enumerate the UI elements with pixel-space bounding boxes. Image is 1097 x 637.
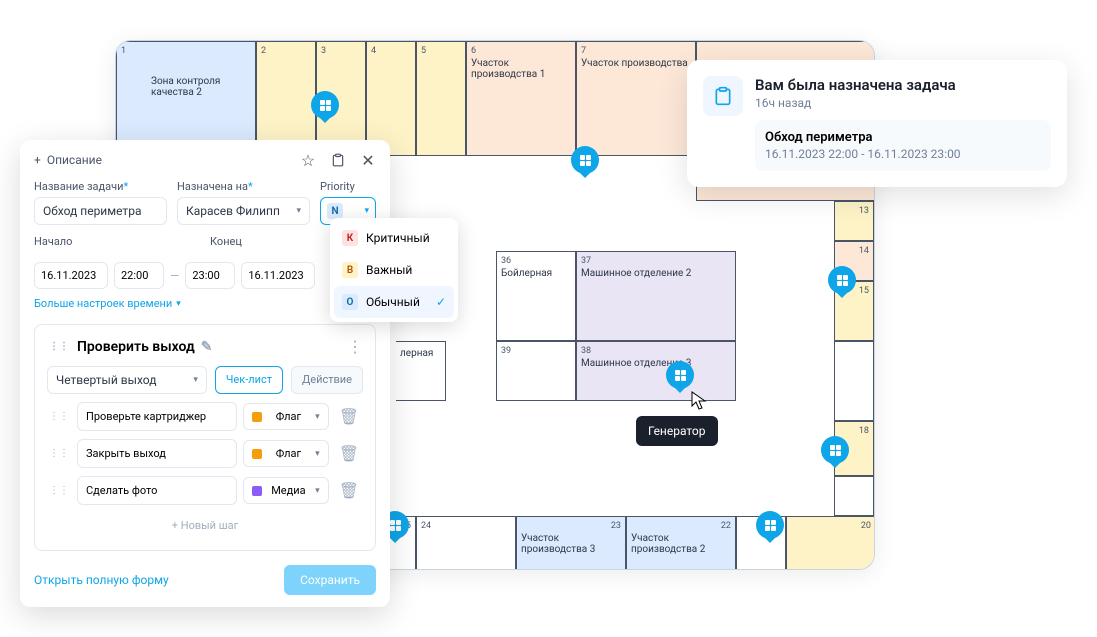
qr-pin-generator[interactable] [666,361,694,395]
panel-title: Описание [47,153,102,167]
clipboard-icon [703,76,743,116]
room-2[interactable]: 2 [256,41,316,156]
room-4[interactable]: 4 [366,41,416,156]
room-23[interactable]: 23 Участок производства 3 [516,516,626,570]
notification-task[interactable]: Обход периметра 16.11.2023 22:00 - 16.11… [755,120,1051,171]
room-39[interactable]: 39 [496,341,576,401]
more-menu-icon[interactable]: ⋮ [347,337,363,356]
task-form-panel: + Описание ☆ ✕ Название задачи* Назначен… [20,140,390,607]
priority-option-important[interactable]: В Важный [334,254,454,286]
star-icon[interactable]: ☆ [300,152,316,168]
check-icon: ✓ [436,295,446,309]
assigned-select[interactable]: Карасев Филипп ▾ [177,197,310,225]
trash-icon[interactable]: 🗑 [335,440,363,467]
room-7[interactable]: 7 Участок производства [576,41,696,156]
checklist-title-text: Проверить выход [77,339,195,355]
chevron-down-icon: ▾ [296,206,301,216]
trash-icon[interactable]: 🗑 [335,403,363,430]
drag-handle-icon[interactable]: ⋮⋮ [47,485,71,496]
start-date-input[interactable] [34,262,108,289]
close-icon[interactable]: ✕ [360,152,376,168]
chevron-down-icon: ▾ [176,299,181,309]
qr-pin[interactable] [571,146,599,180]
step-row: ⋮⋮ Медиа ▾ 🗑 [47,476,363,505]
notification-title: Вам была назначена задача [755,76,1051,94]
clipboard-icon[interactable] [330,152,346,168]
task-name-input[interactable] [34,197,167,225]
step-input[interactable] [77,476,237,505]
name-label: Название задачи* [34,180,167,193]
chevron-down-icon: ▾ [364,206,369,216]
chevron-down-icon: ▾ [315,412,320,422]
notification-card[interactable]: Вам была назначена задача 16ч назад Обхо… [687,60,1067,187]
start-time-input[interactable] [114,262,164,289]
room-6[interactable]: 6 Участок производства 1 [466,41,576,156]
end-time-input[interactable] [185,262,235,289]
room-38[interactable]: 38 Машинное отделение 3 [576,341,736,401]
flag-select[interactable]: Медиа ▾ [243,477,329,504]
qr-pin[interactable] [828,266,856,300]
plus-icon[interactable]: + [34,153,41,167]
trash-icon[interactable]: 🗑 [335,477,363,504]
room-22[interactable]: 22 Участок производства 2 [626,516,736,570]
chevron-down-icon: ▾ [193,375,198,385]
room-blank-r[interactable] [834,341,874,421]
priority-label: Priority [320,180,376,193]
notification-time: 16ч назад [755,96,1051,110]
room-36[interactable]: 36 Бойлерная [496,251,576,341]
open-full-form-link[interactable]: Открыть полную форму [34,573,169,587]
room-24[interactable]: 24 [416,516,516,570]
more-time-link[interactable]: Больше настроек времени ▾ [34,297,376,310]
priority-option-critical[interactable]: К Критичный [334,222,454,254]
room-13[interactable]: 13 [834,201,874,241]
priority-dropdown: К Критичный В Важный О Обычный ✓ [330,218,458,322]
end-date-input[interactable] [241,262,315,289]
assigned-label: Назначена на* [177,180,310,193]
room-lernaya[interactable]: лерная [396,341,446,401]
action-chip[interactable]: Действие [291,366,363,394]
checklist-chip[interactable]: Чек-лист [215,366,283,394]
room-5[interactable]: 5 [416,41,466,156]
chevron-down-icon: ▾ [315,449,320,459]
room-1[interactable]: 1 Зона контроля качества 2 [116,41,256,156]
room-20[interactable]: 20 [786,516,875,570]
start-label: Начало [34,235,200,248]
priority-option-normal[interactable]: О Обычный ✓ [334,286,454,318]
step-row: ⋮⋮ Флаг ▾ 🗑 [47,402,363,431]
save-button[interactable]: Сохранить [284,565,376,595]
flag-select[interactable]: Флаг ▾ [243,440,329,467]
cursor-icon [691,391,707,411]
qr-pin[interactable] [311,91,339,125]
drag-handle-icon[interactable]: ⋮⋮ [47,448,71,459]
room-blank-r2[interactable] [834,476,874,516]
step-input[interactable] [77,402,237,431]
edit-icon[interactable]: ✎ [201,339,213,355]
drag-handle-icon[interactable]: ⋮⋮ [47,341,71,352]
step-input[interactable] [77,439,237,468]
room-37[interactable]: 37 Машинное отделение 2 [576,251,736,341]
exit-select[interactable]: Четвертый выход ▾ [47,366,207,394]
drag-handle-icon[interactable]: ⋮⋮ [47,411,71,422]
qr-pin[interactable] [821,436,849,470]
flag-icon [252,412,262,422]
checklist-card: ⋮⋮ Проверить выход ✎ ⋮ Четвертый выход ▾… [34,324,376,551]
pin-tooltip: Генератор [636,416,718,446]
panel-header: + Описание ☆ ✕ [34,152,376,168]
flag-select[interactable]: Флаг ▾ [243,403,329,430]
step-row: ⋮⋮ Флаг ▾ 🗑 [47,439,363,468]
new-step-button[interactable]: + Новый шаг [47,513,363,538]
qr-pin[interactable] [756,511,784,545]
flag-icon [252,449,262,459]
media-icon [252,486,262,496]
chevron-down-icon: ▾ [315,486,320,496]
